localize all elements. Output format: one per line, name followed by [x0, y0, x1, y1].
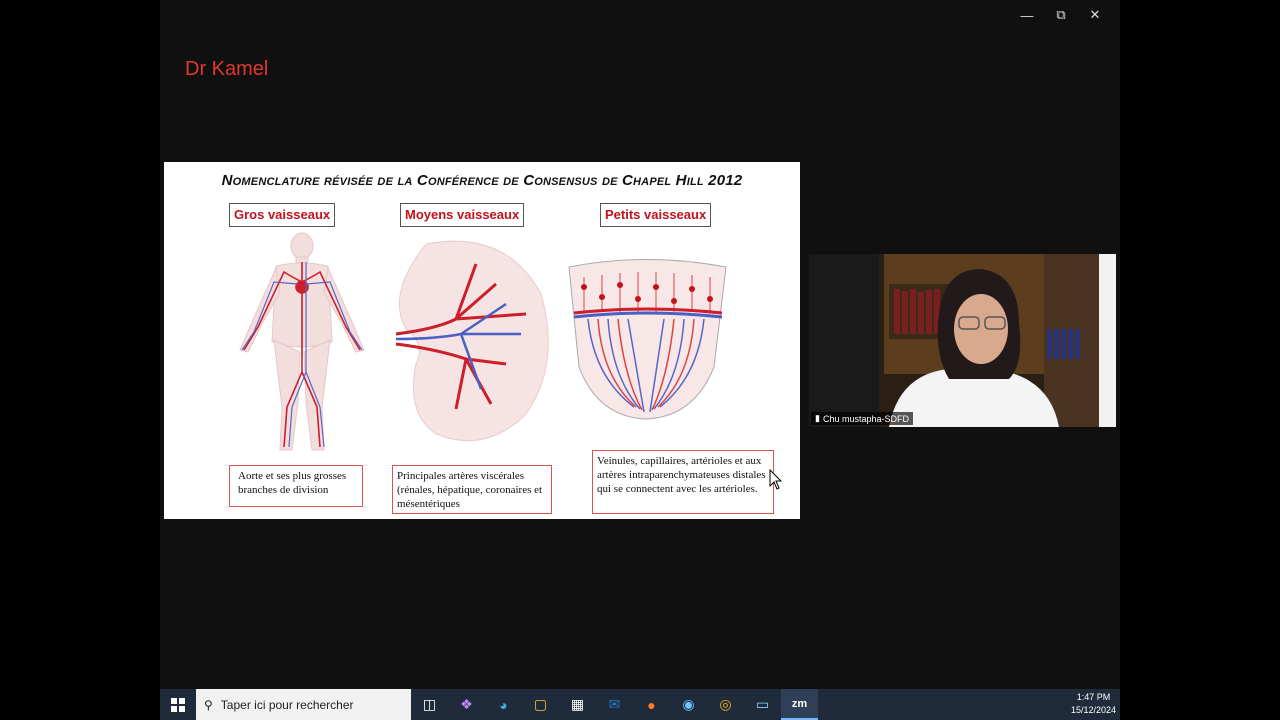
notes-app-icon[interactable]: ▭ — [744, 689, 781, 720]
small-vessels-illustration — [568, 259, 727, 420]
file-explorer-icon[interactable]: ▢ — [522, 689, 559, 720]
category-petits-vaisseaux: Petits vaisseaux — [600, 203, 712, 227]
clock-time: 1:47 PM — [1076, 692, 1111, 702]
signal-strength-icon: ▮ — [815, 413, 820, 423]
description-gros-vaisseaux: Aorte et ses plus grosses branches de di… — [229, 465, 363, 507]
taskbar-search-box[interactable]: ⚲ Taper ici pour rechercher — [196, 689, 411, 720]
edge-browser-icon[interactable]: ◕ — [485, 689, 522, 720]
restore-icon[interactable]: ⧉ — [1044, 4, 1078, 26]
windows-taskbar: ⚲ Taper ici pour rechercher ◫ ❖ ◕ ▢ ▦ ✉ … — [160, 689, 1120, 720]
zoom-app-icon[interactable]: zm — [781, 689, 818, 720]
minimize-icon[interactable]: — — [1010, 4, 1044, 26]
body-vessels-illustration — [239, 232, 365, 451]
category-moyens-vaisseaux: Moyens vaisseaux — [400, 203, 525, 227]
task-view-icon[interactable]: ◫ — [411, 689, 448, 720]
description-petits-vaisseaux: Veinules, capillaires, artérioles et aux… — [592, 450, 774, 514]
mouse-cursor-icon — [769, 469, 783, 490]
participant-video[interactable]: ▮ Chu mustapha-SDFD — [809, 254, 1116, 427]
category-gros-vaisseaux: Gros vaisseaux — [229, 203, 336, 227]
search-icon: ⚲ — [204, 697, 213, 712]
firefox-icon[interactable]: ● — [633, 689, 670, 720]
clock-date: 15/12/2024 — [1070, 705, 1116, 715]
windows-start-icon[interactable] — [160, 689, 196, 720]
microsoft-store-icon[interactable]: ▦ — [559, 689, 596, 720]
participant-name-label: ▮ Chu mustapha-SDFD — [811, 412, 913, 425]
slide-title: Nomenclature révisée de la Conférence de… — [221, 172, 743, 189]
video-feed — [809, 254, 1116, 427]
description-moyens-vaisseaux: Principales artères viscérales (rénales,… — [392, 465, 552, 514]
presenter-name: Dr Kamel — [185, 58, 269, 80]
copilot-icon[interactable]: ❖ — [448, 689, 485, 720]
shared-slide: Nomenclature révisée de la Conférence de… — [164, 162, 800, 519]
kidney-vessels-illustration — [395, 240, 549, 442]
close-icon[interactable]: ✕ — [1078, 4, 1112, 26]
chrome-icon[interactable]: ◎ — [707, 689, 744, 720]
taskbar-clock[interactable]: 1:47 PM 15/12/2024 — [1071, 691, 1116, 717]
zoom-window: — ⧉ ✕ Dr Kamel Nomenclature révisée de l… — [160, 0, 1120, 720]
camera-app-icon[interactable]: ◉ — [670, 689, 707, 720]
outlook-icon[interactable]: ✉ — [596, 689, 633, 720]
window-controls: — ⧉ ✕ — [1010, 4, 1112, 26]
